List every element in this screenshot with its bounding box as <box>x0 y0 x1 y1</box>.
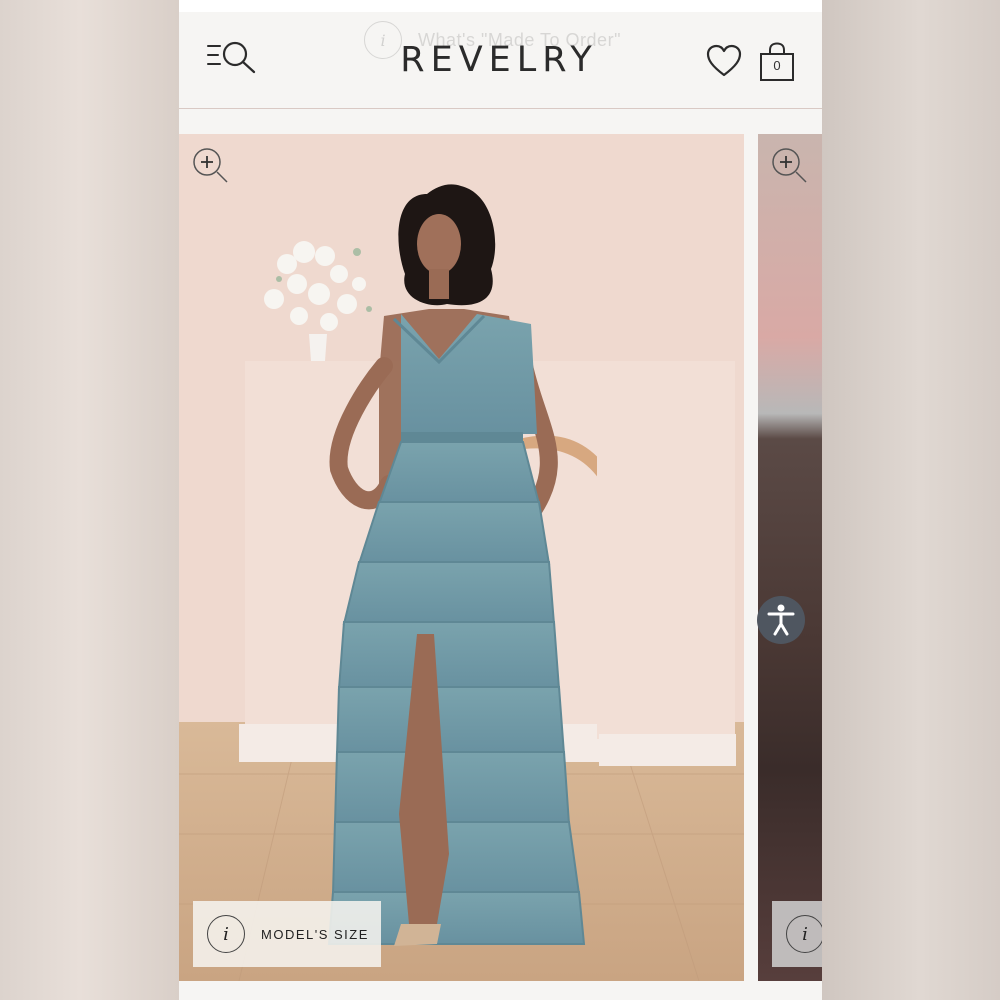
menu-search-button[interactable] <box>206 38 262 78</box>
heart-icon[interactable] <box>706 44 742 78</box>
info-icon: i <box>786 915 822 953</box>
zoom-in-icon[interactable] <box>191 146 229 184</box>
search-icon <box>222 41 256 74</box>
product-image-slide-2[interactable]: i <box>758 134 822 981</box>
product-image-slide-1[interactable]: i MODEL'S SIZE <box>179 134 744 981</box>
menu-icon <box>207 45 221 65</box>
model-size-button[interactable]: i MODEL'S SIZE <box>193 901 381 967</box>
status-strip <box>179 0 822 12</box>
model-size-label: MODEL'S SIZE <box>261 926 369 942</box>
accessibility-button[interactable] <box>757 596 805 644</box>
info-icon: i <box>207 915 245 953</box>
cart-count-badge: 0 <box>773 58 781 73</box>
site-header: i What's "Made To Order" REVELRY 0 <box>179 12 822 109</box>
accessibility-icon <box>767 604 795 636</box>
brand-logo[interactable]: REVELRY <box>379 40 619 80</box>
product-photo <box>179 134 744 981</box>
zoom-in-icon[interactable] <box>770 146 808 184</box>
mobile-viewport: i What's "Made To Order" REVELRY 0 i MOD… <box>179 0 822 1000</box>
shopping-bag-button[interactable]: 0 <box>759 42 795 82</box>
model-size-button[interactable]: i <box>772 901 822 967</box>
